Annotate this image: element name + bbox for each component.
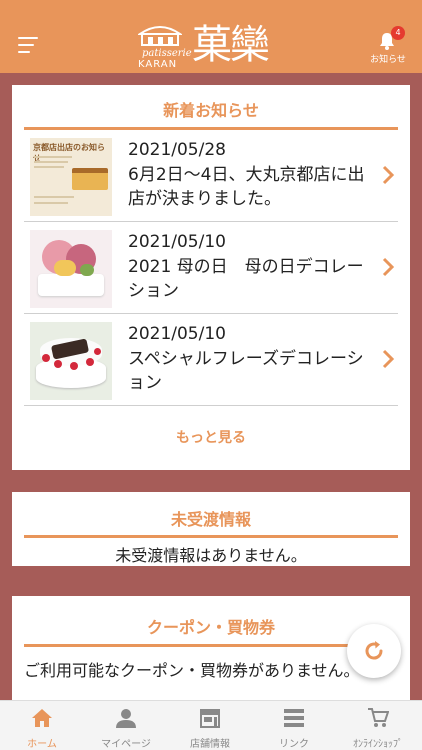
notification-button[interactable]: 4 お知らせ	[370, 26, 406, 70]
logo-house-icon	[138, 26, 182, 46]
undelivered-message: 未受渡情報はありません。	[115, 546, 307, 565]
undelivered-title: 未受渡情報	[170, 510, 251, 529]
news-item[interactable]: 2021/05/10 2021 母の日 母の日デコレーション	[24, 222, 398, 314]
chevron-right-icon	[382, 257, 395, 277]
news-headline: 6月2日～4日、大丸京都店に出店が決まりました。	[128, 165, 365, 209]
logo-kanji-text: 菓欒	[192, 22, 270, 68]
news-date: 2021/05/10	[128, 324, 226, 344]
notification-badge: 4	[391, 26, 405, 40]
undelivered-card: 未受渡情報 未受渡情報はありません。	[12, 492, 410, 566]
news-thumbnail: 京都店出店のお知らせ	[30, 138, 112, 216]
tab-mypage[interactable]: マイページ	[84, 701, 168, 750]
cart-icon	[368, 708, 389, 727]
tab-store-info[interactable]: 店舗情報	[168, 701, 252, 750]
tab-label: 店舗情報	[190, 739, 230, 750]
tab-label: マイページ	[101, 739, 151, 750]
news-item[interactable]: 2021/05/10 スペシャルフレーズデコレーション	[24, 314, 398, 406]
news-date: 2021/05/28	[128, 140, 226, 160]
undelivered-title-rule	[24, 535, 398, 538]
tab-home[interactable]: ホーム	[0, 701, 84, 750]
bottom-tab-bar: ホーム マイページ 店舗情報 リンク ｵﾝﾗｲﾝｼｮｯﾌﾟ	[0, 700, 422, 750]
tab-links[interactable]: リンク	[252, 701, 336, 750]
news-headline: スペシャルフレーズデコレーション	[128, 349, 364, 393]
news-thumbnail	[30, 322, 112, 400]
news-headline: 2021 母の日 母の日デコレーション	[128, 257, 364, 301]
logo-name-text: KARAN	[138, 59, 178, 70]
brand-logo: patisserie KARAN 菓欒	[138, 20, 288, 70]
more-news-link[interactable]: もっと見る	[12, 427, 410, 447]
refresh-icon	[365, 641, 383, 660]
news-card: 新着お知らせ 京都店出店のお知らせ 2021/05/28 6月2日～4日、大丸京…	[12, 85, 410, 470]
tab-label: ｵﾝﾗｲﾝｼｮｯﾌﾟ	[353, 739, 403, 750]
refresh-button[interactable]	[347, 624, 401, 678]
chevron-right-icon	[382, 349, 395, 369]
list-icon	[284, 709, 304, 727]
store-icon	[200, 709, 220, 728]
news-title: 新着お知らせ	[163, 101, 259, 120]
person-icon	[116, 709, 136, 728]
home-icon	[32, 709, 52, 727]
tab-label: リンク	[279, 739, 309, 750]
logo-patisserie-text: patisserie	[142, 48, 192, 59]
tab-label: ホーム	[27, 739, 57, 750]
menu-icon[interactable]	[18, 37, 38, 53]
news-thumbnail	[30, 230, 112, 308]
coupon-title-rule	[24, 644, 398, 647]
tab-online-shop[interactable]: ｵﾝﾗｲﾝｼｮｯﾌﾟ	[336, 701, 420, 750]
news-date: 2021/05/10	[128, 232, 226, 252]
news-item[interactable]: 京都店出店のお知らせ 2021/05/28 6月2日～4日、大丸京都店に出店が決…	[24, 130, 398, 222]
chevron-right-icon	[382, 165, 395, 185]
app-header: patisserie KARAN 菓欒 4 お知らせ	[0, 0, 422, 73]
notification-label: お知らせ	[370, 55, 406, 65]
